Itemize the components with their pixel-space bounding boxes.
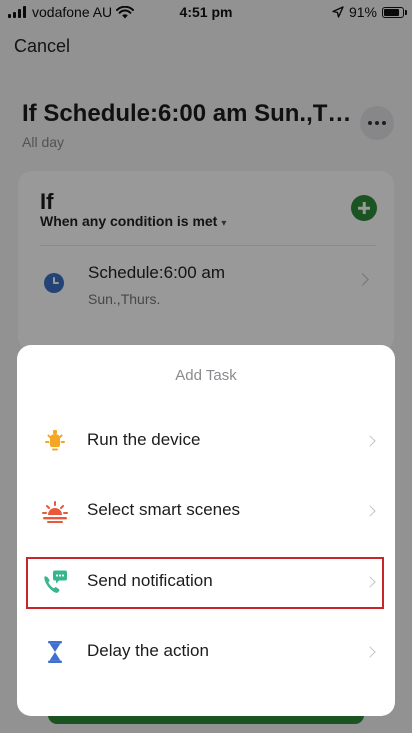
- option-label: Send notification: [87, 571, 213, 590]
- sunrise-icon: [42, 501, 68, 523]
- option-send-notification[interactable]: Send notification: [26, 557, 384, 609]
- option-label: Run the device: [87, 430, 201, 449]
- option-label: Select smart scenes: [87, 500, 241, 519]
- option-delay-action[interactable]: Delay the action: [26, 627, 384, 677]
- scene-editor-screen: vodafone AU 4:51 pm 91% Cancel If Schedu…: [0, 0, 412, 733]
- option-label: Delay the action: [87, 641, 209, 660]
- chevron-right-icon: [364, 576, 376, 588]
- option-run-device[interactable]: Run the device: [26, 416, 384, 466]
- phone-message-icon: [44, 570, 67, 593]
- add-task-sheet: Add Task Run the device Select smart sce…: [17, 345, 395, 716]
- hourglass-icon: [48, 641, 62, 663]
- option-select-smart-scenes[interactable]: Select smart scenes: [26, 486, 384, 536]
- bulb-icon: [45, 430, 65, 451]
- chevron-right-icon: [364, 646, 376, 658]
- sheet-title: Add Task: [175, 367, 237, 384]
- chevron-right-icon: [364, 435, 376, 447]
- chevron-right-icon: [364, 505, 376, 517]
